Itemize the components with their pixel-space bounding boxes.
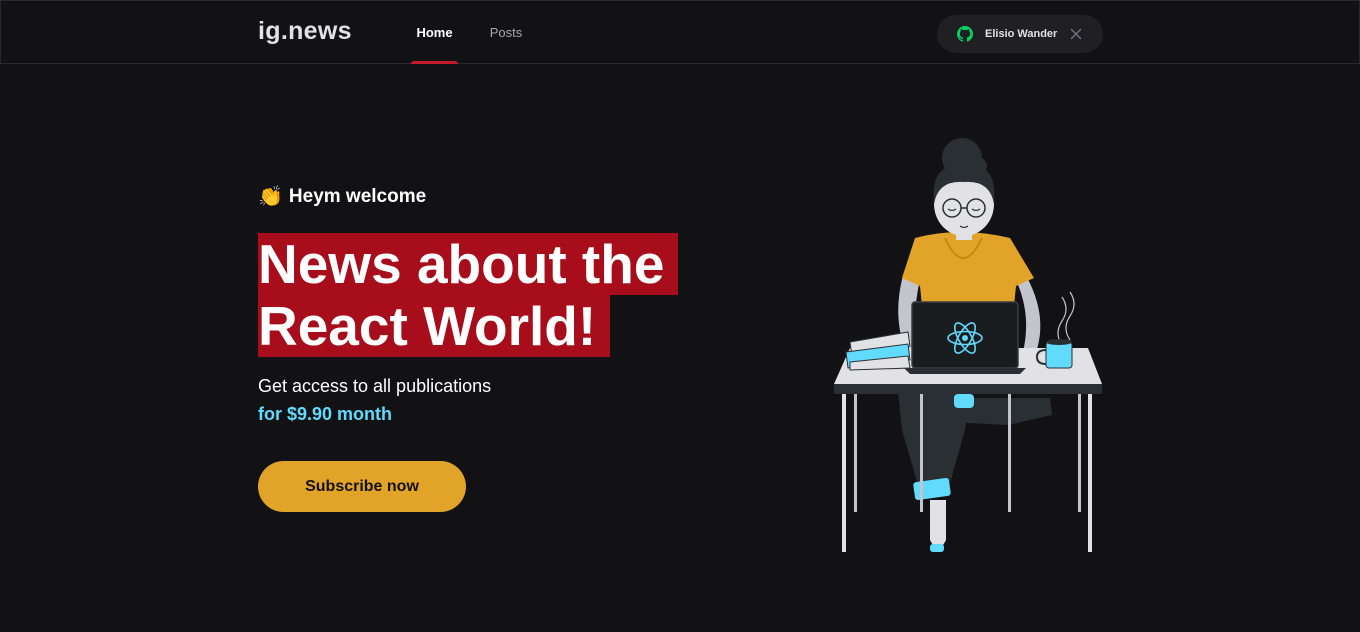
headline-line2: React World! xyxy=(258,294,611,357)
github-icon xyxy=(957,26,973,42)
signin-button[interactable]: Elisio Wander xyxy=(937,15,1103,53)
access-text: Get access to all publications xyxy=(258,376,492,396)
nav-home-link[interactable]: Home xyxy=(411,1,458,64)
logo[interactable]: ig.news xyxy=(258,17,352,46)
subscribe-button[interactable]: Subscribe now xyxy=(258,461,466,512)
headline-line1: News about the xyxy=(258,233,679,295)
price-text: for $9.90 month xyxy=(258,404,393,424)
user-name: Elisio Wander xyxy=(985,28,1058,40)
welcome-label: Heym welcome xyxy=(288,185,427,207)
headline: News about the React World! xyxy=(258,233,688,357)
welcome-text: 👏 Heym welcome xyxy=(258,184,426,209)
clapping-hands-icon: 👏 xyxy=(258,186,283,208)
nav-posts-link[interactable]: Posts xyxy=(485,1,527,63)
header: ig.news Home Posts Elisio Wander xyxy=(0,0,1360,64)
close-icon[interactable] xyxy=(1069,27,1083,41)
woman-at-laptop-illustration xyxy=(834,138,1102,552)
